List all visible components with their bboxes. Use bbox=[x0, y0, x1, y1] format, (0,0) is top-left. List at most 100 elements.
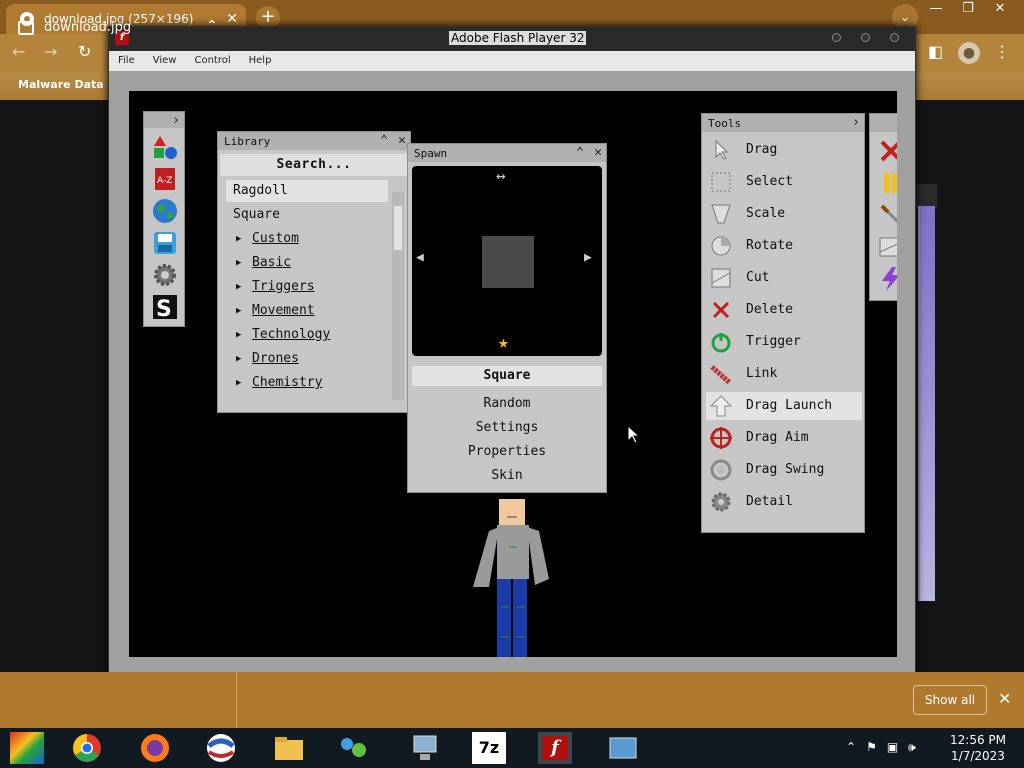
reload-icon[interactable]: ↻ bbox=[78, 42, 91, 61]
menu-file[interactable]: File bbox=[109, 51, 144, 71]
volume-icon[interactable]: 🕪 bbox=[908, 740, 916, 755]
spawn-square-button[interactable]: Square bbox=[412, 366, 602, 386]
forward-icon[interactable]: → bbox=[44, 42, 57, 61]
library-category-technology[interactable]: ▶ Technology bbox=[226, 324, 388, 346]
back-icon[interactable]: ← bbox=[12, 42, 25, 61]
dictionary-icon[interactable]: A-Z bbox=[152, 166, 178, 192]
firefox-taskbar-icon[interactable] bbox=[138, 732, 172, 764]
chrome-taskbar-icon[interactable] bbox=[70, 732, 104, 764]
globe-icon[interactable] bbox=[152, 198, 178, 224]
clear-x-icon[interactable] bbox=[878, 138, 897, 164]
tool-drag-swing[interactable]: Drag Swing bbox=[706, 456, 862, 484]
select-box-icon bbox=[711, 172, 731, 192]
spawn-header: Spawn ⌃ ✕ bbox=[408, 144, 606, 162]
expand-triangle-icon: ▶ bbox=[236, 354, 242, 364]
library-category-basic[interactable]: ▶ Basic bbox=[226, 252, 388, 274]
window-app-taskbar-icon[interactable] bbox=[606, 732, 640, 764]
knife-icon[interactable] bbox=[878, 202, 897, 228]
slice-box-icon[interactable] bbox=[878, 234, 897, 260]
tool-drag-aim[interactable]: Drag Aim bbox=[706, 424, 862, 452]
tool-trigger[interactable]: Trigger bbox=[706, 328, 862, 356]
tab-close-icon[interactable]: ✕ bbox=[226, 11, 238, 27]
shapes-icon[interactable] bbox=[152, 134, 178, 160]
flash-window-title: Adobe Flash Player 32 bbox=[449, 31, 587, 45]
tool-drag[interactable]: Drag bbox=[706, 136, 862, 164]
restore-icon[interactable]: ❐ bbox=[952, 0, 984, 20]
download-bar-close-icon[interactable]: ✕ bbox=[998, 689, 1011, 708]
spawn-close-icon[interactable]: ✕ bbox=[594, 145, 602, 160]
library-category-custom[interactable]: ▶ Custom bbox=[226, 228, 388, 250]
menu-help[interactable]: Help bbox=[240, 51, 281, 71]
spawn-title: Spawn bbox=[414, 147, 448, 160]
expand-triangle-icon: ▶ bbox=[236, 258, 242, 268]
tray-overflow-icon[interactable]: ⌃ bbox=[846, 740, 856, 755]
background-image-strip bbox=[918, 206, 935, 601]
menu-icon[interactable]: ⋮ bbox=[994, 42, 1010, 61]
tool-drag-launch[interactable]: Drag Launch bbox=[706, 392, 862, 420]
flash-minimize-icon[interactable] bbox=[832, 33, 841, 42]
taskbar-clock[interactable]: 12:56 PM 1/7/2023 bbox=[942, 732, 1014, 764]
spawn-collapse-icon[interactable]: ⌃ bbox=[576, 145, 584, 160]
profile-avatar[interactable]: ● bbox=[958, 42, 980, 64]
favorite-star-icon[interactable]: ★ bbox=[498, 332, 509, 353]
ragdoll-figure[interactable] bbox=[469, 487, 559, 657]
scripts-s-icon[interactable]: S bbox=[152, 294, 178, 320]
resize-horizontal-icon[interactable]: ↔ bbox=[496, 166, 506, 185]
next-arrow-icon[interactable]: ▶ bbox=[584, 250, 592, 265]
spawn-settings-button[interactable]: Settings bbox=[412, 418, 602, 438]
download-item[interactable]: download.jpg bbox=[18, 20, 131, 35]
tool-rotate[interactable]: Rotate bbox=[706, 232, 862, 260]
bookmark-malware-data[interactable]: Malware Data bbox=[18, 78, 104, 91]
7zip-taskbar-icon[interactable]: 7z bbox=[472, 732, 506, 764]
tools-expand-icon[interactable]: › bbox=[852, 115, 860, 130]
lightning-icon[interactable] bbox=[878, 266, 897, 292]
library-scrollbar[interactable] bbox=[392, 192, 404, 400]
scale-icon bbox=[711, 204, 731, 224]
start-button[interactable] bbox=[10, 732, 44, 764]
previous-arrow-icon[interactable]: ◀ bbox=[416, 250, 424, 265]
app-taskbar-icon[interactable] bbox=[204, 732, 238, 764]
svg-text:A-Z: A-Z bbox=[157, 176, 172, 186]
spawn-properties-button[interactable]: Properties bbox=[412, 442, 602, 462]
close-window-icon[interactable]: ✕ bbox=[984, 0, 1016, 20]
flag-icon[interactable]: ⚑ bbox=[866, 740, 877, 755]
flash-taskbar-icon[interactable]: f bbox=[538, 732, 572, 764]
spawn-random-button[interactable]: Random bbox=[412, 394, 602, 414]
show-all-button[interactable]: Show all bbox=[913, 685, 987, 715]
library-collapse-icon[interactable]: ⌃ bbox=[380, 133, 388, 148]
library-category-movement[interactable]: ▶ Movement bbox=[226, 300, 388, 322]
download-options-chevron-icon[interactable]: ⌃ bbox=[206, 18, 218, 34]
menu-view[interactable]: View bbox=[144, 51, 186, 71]
save-icon[interactable] bbox=[152, 230, 178, 256]
network-icon[interactable]: ▣ bbox=[887, 740, 898, 755]
spawn-skin-button[interactable]: Skin bbox=[412, 466, 602, 486]
tool-detail[interactable]: Detail bbox=[706, 488, 862, 516]
tool-scale[interactable]: Scale bbox=[706, 200, 862, 228]
tool-link[interactable]: Link bbox=[706, 360, 862, 388]
library-category-triggers[interactable]: ▶ Triggers bbox=[226, 276, 388, 298]
tool-cut[interactable]: Cut bbox=[706, 264, 862, 292]
library-category-chemistry[interactable]: ▶ Chemistry bbox=[226, 372, 388, 394]
flash-close-icon[interactable] bbox=[890, 33, 899, 42]
library-close-icon[interactable]: ✕ bbox=[398, 133, 406, 148]
library-item-square[interactable]: Square bbox=[226, 204, 388, 226]
spawn-panel: Spawn ⌃ ✕ ↔ ◀ ▶ ★ Square Random Settings… bbox=[407, 143, 607, 493]
tool-select[interactable]: Select bbox=[706, 168, 862, 196]
library-item-ragdoll[interactable]: Ragdoll bbox=[226, 180, 388, 202]
file-explorer-taskbar-icon[interactable] bbox=[272, 732, 306, 764]
launch-arrow-icon bbox=[710, 395, 732, 417]
game-stage[interactable]: › A-Z S Library ⌃ ✕ Search... Ragdoll Sq… bbox=[129, 91, 897, 657]
pause-icon[interactable] bbox=[878, 170, 897, 196]
expand-chevron-icon[interactable]: › bbox=[172, 113, 180, 128]
minimize-icon[interactable]: — bbox=[920, 0, 952, 20]
library-search-input[interactable]: Search... bbox=[220, 154, 408, 176]
side-panel-icon[interactable]: ◧ bbox=[928, 42, 943, 61]
library-scroll-thumb[interactable] bbox=[394, 206, 402, 250]
computer-taskbar-icon[interactable] bbox=[408, 732, 442, 764]
flash-maximize-icon[interactable] bbox=[861, 33, 870, 42]
menu-control[interactable]: Control bbox=[185, 51, 239, 71]
settings-gear-icon[interactable] bbox=[152, 262, 178, 288]
library-category-drones[interactable]: ▶ Drones bbox=[226, 348, 388, 370]
network-taskbar-icon[interactable] bbox=[336, 732, 370, 764]
tool-delete[interactable]: Delete bbox=[706, 296, 862, 324]
